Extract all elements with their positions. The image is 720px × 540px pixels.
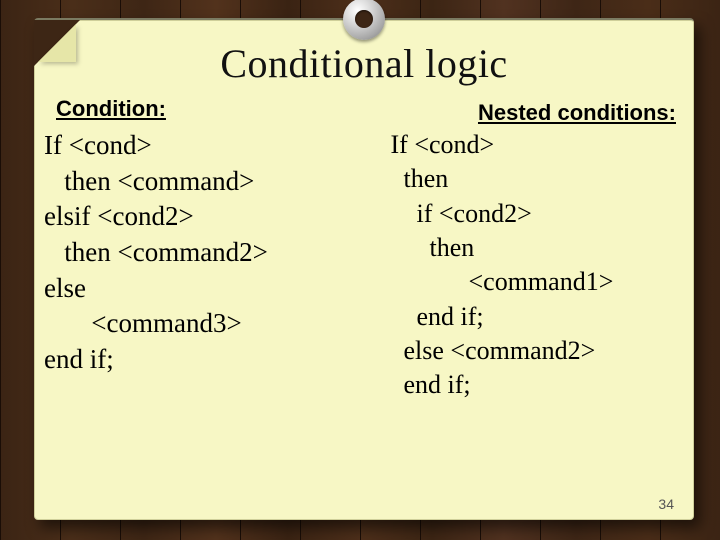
slide-stage: Conditional logic Condition: Nested cond… — [0, 0, 720, 540]
subheading-nested-conditions: Nested conditions: — [478, 100, 676, 126]
note-card: Conditional logic Condition: Nested cond… — [34, 18, 694, 520]
page-number: 34 — [658, 496, 674, 512]
code-block-nested: If <cond> then if <cond2> then <command1… — [384, 128, 613, 403]
binder-ring-icon — [343, 0, 385, 40]
slide-title: Conditional logic — [34, 40, 694, 87]
code-block-condition: If <cond> then <command> elsif <cond2> t… — [44, 128, 268, 377]
subheading-condition: Condition: — [56, 96, 166, 122]
